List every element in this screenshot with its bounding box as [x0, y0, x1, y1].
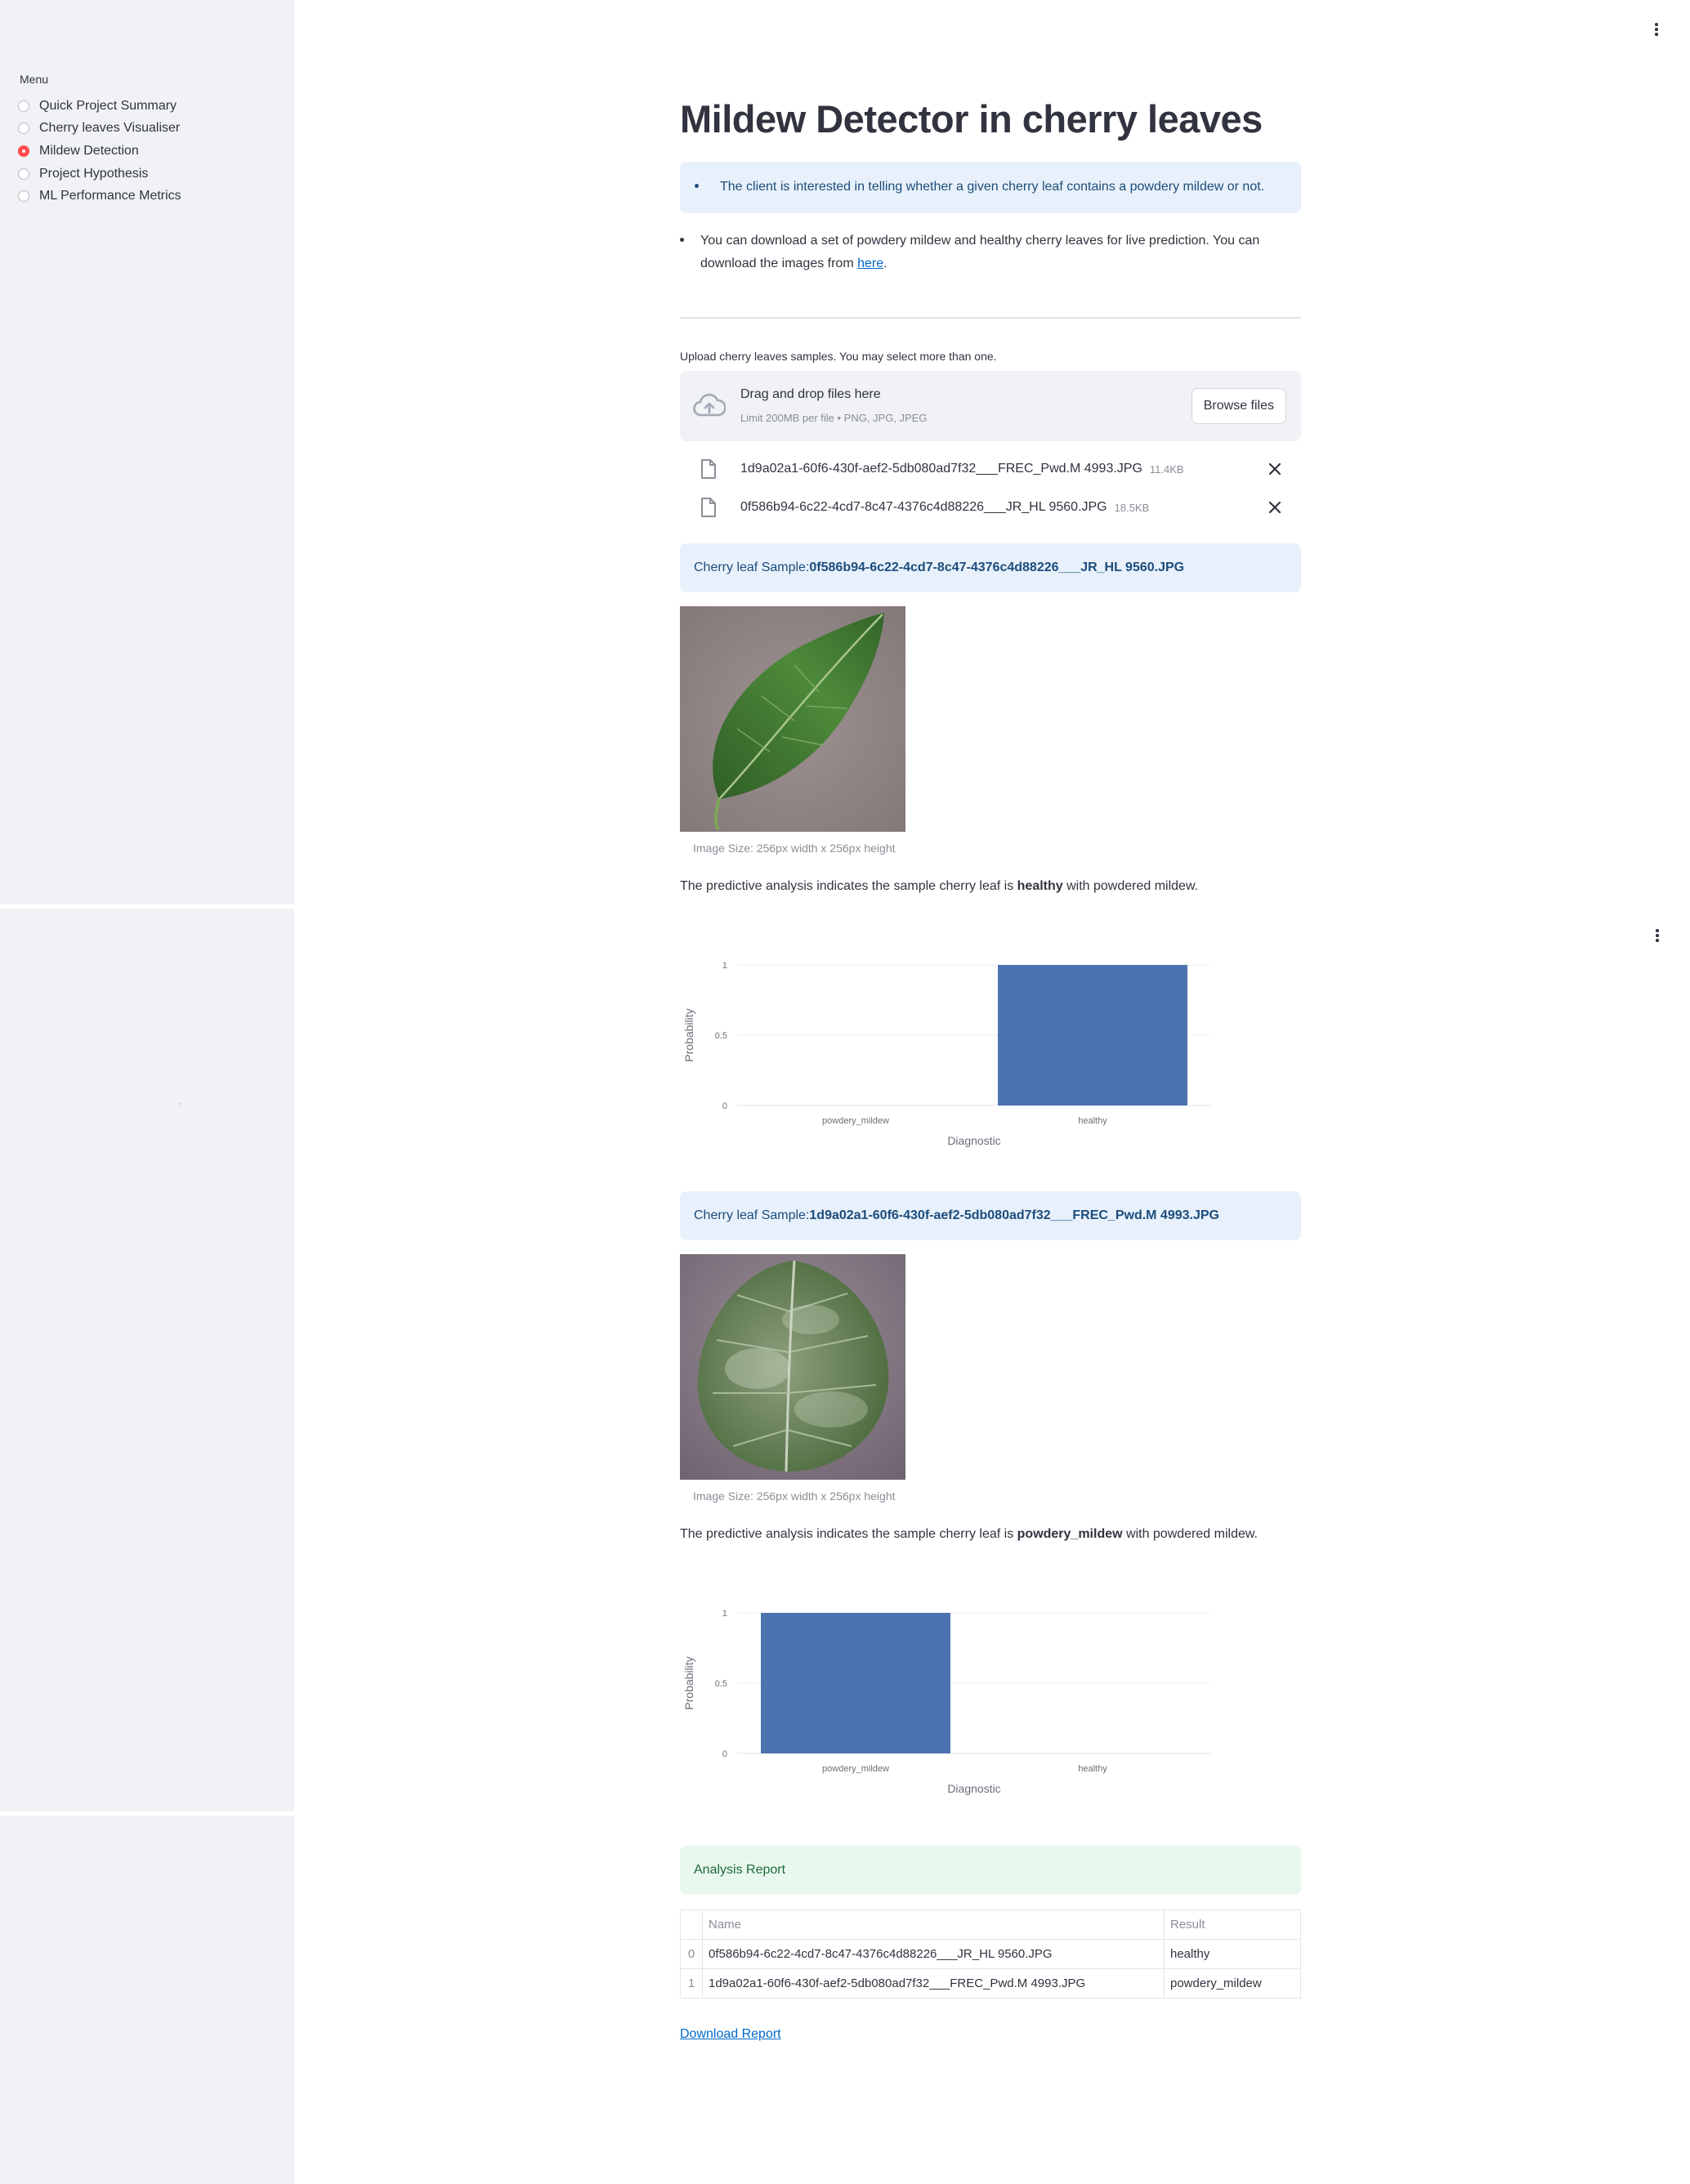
browse-files-button[interactable]: Browse files [1191, 388, 1286, 424]
table-header-row: Name Result [680, 1909, 1301, 1940]
menu-label: Menu [20, 73, 49, 86]
y-tick-label: 0 [722, 1749, 727, 1759]
prediction-result: healthy [1017, 879, 1063, 893]
nav-label: Mildew Detection [39, 143, 139, 158]
sidebar-dot [180, 1103, 181, 1105]
sample-filename: 1d9a02a1-60f6-430f-aef2-5db080ad7f32___F… [809, 1208, 1219, 1222]
sidebar-divider [0, 1811, 294, 1816]
prediction-text: The predictive analysis indicates the sa… [680, 879, 1199, 893]
cloud-upload-icon [693, 393, 726, 417]
radio-button[interactable] [18, 100, 29, 112]
file-size: 18.5KB [1114, 501, 1150, 514]
nav-label: Project Hypothesis [39, 166, 149, 181]
download-report-link[interactable]: Download Report [680, 2027, 781, 2042]
image-caption: Image Size: 256px width x 256px height [693, 1489, 896, 1503]
radio-button[interactable] [18, 123, 29, 135]
info-alert: The client is interested in telling whet… [680, 162, 1301, 213]
nav-quick-project-summary[interactable]: Quick Project Summary [18, 95, 181, 118]
bar-powdery-mildew [761, 1613, 950, 1753]
probability-bar-chart[interactable]: 0 0.5 1 powdery_mildew healthy Diagnostic Prob… [680, 944, 1219, 1156]
x-tick-label: powdery_mildew [822, 1116, 889, 1126]
navigation-radio-group: Quick Project Summary Cherry leaves Visu… [18, 95, 181, 208]
y-axis-label: Probability [682, 1008, 695, 1061]
nav-ml-performance-metrics[interactable]: ML Performance Metrics [18, 185, 181, 208]
limit-text: Limit 200MB per file • PNG, JPG, JPEG [740, 412, 928, 424]
sample-info-box: Cherry leaf Sample: 1d9a02a1-60f6-430f-a… [680, 1191, 1301, 1240]
cell-name[interactable]: 0f586b94-6c22-4cd7-8c47-4376c4d88226___J… [702, 1939, 1165, 1969]
sidebar: Menu Quick Project Summary Cherry leaves… [0, 0, 294, 2184]
main-menu-icon[interactable] [1650, 20, 1663, 39]
nav-project-hypothesis[interactable]: Project Hypothesis [18, 163, 181, 185]
y-tick-label: 0.5 [715, 1679, 727, 1689]
row-index: 1 [680, 1968, 703, 1999]
divider [680, 317, 1301, 319]
x-tick-label: healthy [1078, 1764, 1107, 1774]
column-header[interactable]: Name [702, 1909, 1165, 1940]
x-tick-label: healthy [1078, 1116, 1107, 1126]
page-title: Mildew Detector in cherry leaves [680, 97, 1263, 141]
radio-button-selected[interactable] [18, 145, 29, 157]
nav-label: ML Performance Metrics [39, 189, 181, 203]
nav-mildew-detection[interactable]: Mildew Detection [18, 140, 181, 163]
nav-label: Cherry leaves Visualiser [39, 121, 181, 136]
file-icon [701, 498, 716, 517]
sample-info-box: Cherry leaf Sample: 0f586b94-6c22-4cd7-8… [680, 543, 1301, 592]
table-row: 1 1d9a02a1-60f6-430f-aef2-5db080ad7f32__… [680, 1968, 1301, 1999]
radio-button[interactable] [18, 190, 29, 203]
prediction-text: The predictive analysis indicates the sa… [680, 1527, 1258, 1541]
column-header[interactable] [680, 1909, 703, 1940]
download-text: You can download a set of powdery mildew… [700, 234, 1260, 270]
nav-cherry-leaves-visualiser[interactable]: Cherry leaves Visualiser [18, 118, 181, 141]
main-menu-icon[interactable] [1651, 926, 1664, 945]
prediction-result: powdery_mildew [1017, 1527, 1123, 1541]
uploaded-file-item: 0f586b94-6c22-4cd7-8c47-4376c4d88226___J… [680, 491, 1301, 524]
file-icon [701, 459, 716, 479]
here-link[interactable]: here [857, 257, 883, 270]
y-tick-label: 0.5 [715, 1031, 727, 1041]
y-tick-label: 1 [722, 961, 727, 971]
y-tick-label: 0 [722, 1101, 727, 1111]
sample-filename: 0f586b94-6c22-4cd7-8c47-4376c4d88226___J… [809, 561, 1185, 574]
info-text: The client is interested in telling whet… [720, 180, 1265, 194]
y-axis-label: Probability [682, 1656, 695, 1709]
x-axis-label: Diagnostic [947, 1782, 1000, 1795]
report-table[interactable]: Name Result 0 0f586b94-6c22-4cd7-8c47-43… [680, 1909, 1301, 1999]
file-name: 0f586b94-6c22-4cd7-8c47-4376c4d88226___J… [740, 500, 1107, 514]
table-row: 0 0f586b94-6c22-4cd7-8c47-4376c4d88226__… [680, 1939, 1301, 1969]
y-tick-label: 1 [722, 1609, 727, 1619]
x-axis-label: Diagnostic [947, 1134, 1000, 1147]
cell-result[interactable]: powdery_mildew [1164, 1968, 1301, 1999]
image-caption: Image Size: 256px width x 256px height [693, 842, 896, 855]
file-uploader-dropzone[interactable]: Drag and drop files here Limit 200MB per… [680, 371, 1301, 441]
column-header[interactable]: Result [1164, 1909, 1301, 1940]
leaf-image [680, 606, 905, 832]
sidebar-divider [0, 904, 294, 909]
file-size: 11.4KB [1149, 462, 1184, 476]
close-icon[interactable] [1265, 498, 1285, 517]
x-tick-label: powdery_mildew [822, 1764, 889, 1774]
download-bullet: You can download a set of powdery mildew… [680, 230, 1301, 275]
nav-label: Quick Project Summary [39, 98, 177, 113]
cell-result[interactable]: healthy [1164, 1939, 1301, 1969]
analysis-report-success: Analysis Report [680, 1846, 1301, 1895]
file-name: 1d9a02a1-60f6-430f-aef2-5db080ad7f32___F… [740, 462, 1142, 476]
radio-button[interactable] [18, 167, 29, 180]
leaf-image [680, 1254, 905, 1480]
close-icon[interactable] [1265, 459, 1285, 479]
drag-drop-text: Drag and drop files here [740, 387, 881, 401]
uploader-label: Upload cherry leaves samples. You may se… [680, 350, 997, 363]
cell-name[interactable]: 1d9a02a1-60f6-430f-aef2-5db080ad7f32___F… [702, 1968, 1165, 1999]
probability-bar-chart[interactable]: 0 0.5 1 powdery_mildew healthy Diagnostic Prob… [680, 1592, 1219, 1804]
row-index: 0 [680, 1939, 703, 1969]
bar-healthy [998, 965, 1187, 1105]
uploaded-file-item: 1d9a02a1-60f6-430f-aef2-5db080ad7f32___F… [680, 453, 1301, 485]
